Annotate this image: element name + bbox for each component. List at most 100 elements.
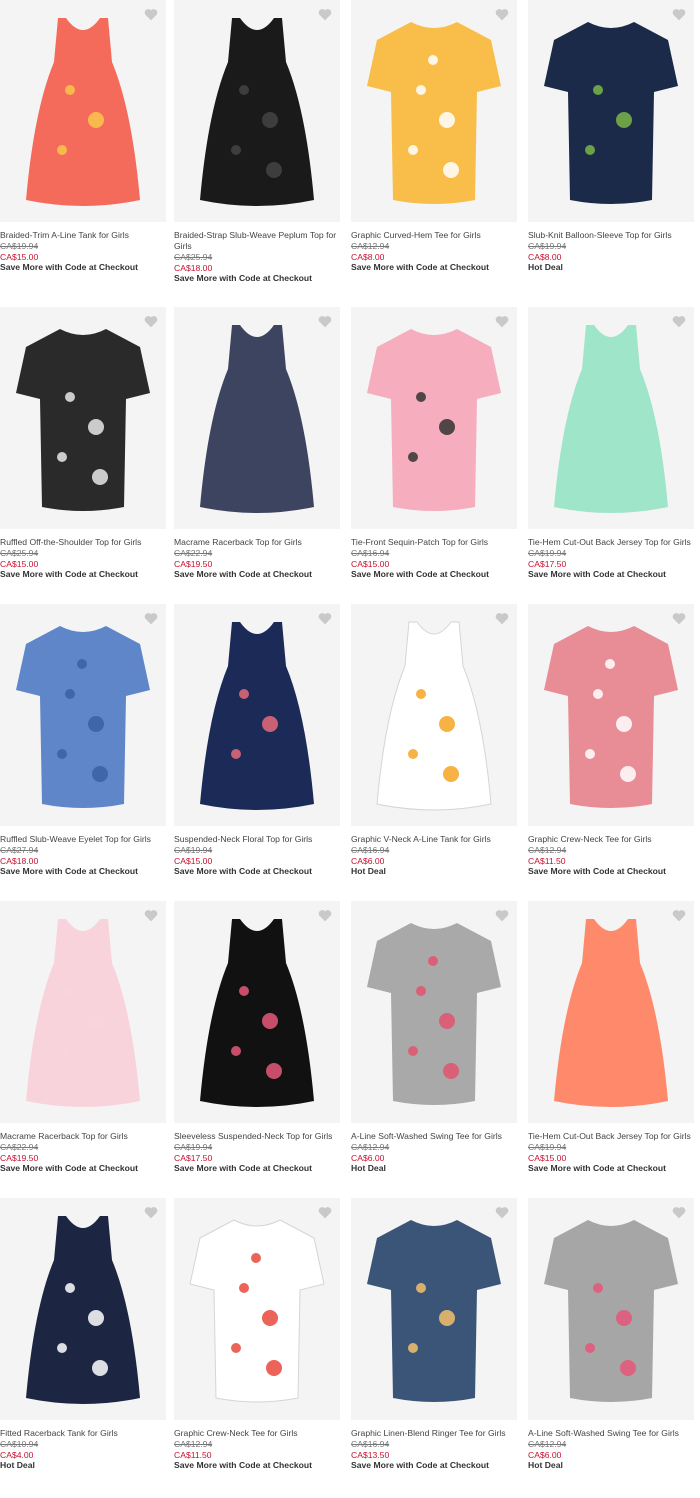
product-name-link[interactable]: Macrame Racerback Top for Girls xyxy=(0,1131,163,1142)
product-image[interactable] xyxy=(0,307,166,529)
product-card[interactable]: Fitted Racerback Tank for Girls CA$10.94 C… xyxy=(0,1198,166,1498)
product-name-link[interactable]: Ruffled Off-the-Shoulder Top for Girls xyxy=(0,537,163,548)
price-block: CA$16.94 CA$6.00 Hot Deal xyxy=(351,845,514,877)
product-name-link[interactable]: Tie-Front Sequin-Patch Top for Girls xyxy=(351,537,514,548)
product-image[interactable] xyxy=(0,901,166,1123)
favorite-heart-icon[interactable] xyxy=(318,909,332,922)
favorite-heart-icon[interactable] xyxy=(672,612,686,625)
sale-price: CA$17.50 xyxy=(174,1152,213,1163)
product-name-link[interactable]: Graphic Crew-Neck Tee for Girls xyxy=(174,1428,337,1439)
product-card[interactable]: Graphic Curved-Hem Tee for Girls CA$12.94… xyxy=(351,0,517,300)
price-block: CA$25.94 CA$15.00 Save More with Code at C… xyxy=(0,548,163,580)
product-name-link[interactable]: Braided-Strap Slub-Weave Peplum Top for … xyxy=(174,230,337,252)
product-name-link[interactable]: Suspended-Neck Floral Top for Girls xyxy=(174,834,337,845)
favorite-heart-icon[interactable] xyxy=(495,8,509,21)
print-motif xyxy=(262,112,278,128)
product-image[interactable] xyxy=(528,0,694,222)
product-name-link[interactable]: Tie-Hem Cut-Out Back Jersey Top for Girl… xyxy=(528,1131,691,1142)
product-image-tank-top xyxy=(26,1216,140,1404)
product-image[interactable] xyxy=(174,604,340,826)
promo-label: Hot Deal xyxy=(528,262,563,272)
product-card[interactable]: Ruffled Slub-Weave Eyelet Top for Girls C… xyxy=(0,604,166,904)
product-card[interactable]: Sleeveless Suspended-Neck Top for Girls C… xyxy=(174,901,340,1201)
product-name-link[interactable]: Graphic Curved-Hem Tee for Girls xyxy=(351,230,514,241)
sale-price: CA$11.50 xyxy=(528,855,566,866)
product-card[interactable]: Macrame Racerback Top for Girls CA$22.94 C… xyxy=(0,901,166,1201)
product-card[interactable]: Slub-Knit Balloon-Sleeve Top for Girls CA… xyxy=(528,0,694,300)
product-name-link[interactable]: Slub-Knit Balloon-Sleeve Top for Girls xyxy=(528,230,691,241)
product-image[interactable] xyxy=(174,901,340,1123)
product-name-link[interactable]: Graphic V-Neck A-Line Tank for Girls xyxy=(351,834,514,845)
favorite-heart-icon[interactable] xyxy=(495,315,509,328)
product-image[interactable] xyxy=(0,0,166,222)
product-image[interactable] xyxy=(528,901,694,1123)
favorite-heart-icon[interactable] xyxy=(672,1206,686,1219)
original-price: CA$22.94 xyxy=(0,1142,39,1152)
product-name-link[interactable]: Graphic Linen-Blend Ringer Tee for Girls xyxy=(351,1428,514,1439)
favorite-heart-icon[interactable] xyxy=(672,315,686,328)
product-name-link[interactable]: A-Line Soft-Washed Swing Tee for Girls xyxy=(528,1428,691,1439)
price-block: CA$27.94 CA$18.00 Save More with Code at C… xyxy=(0,845,163,877)
product-card[interactable]: A-Line Soft-Washed Swing Tee for Girls CA… xyxy=(351,901,517,1201)
product-card[interactable]: Ruffled Off-the-Shoulder Top for Girls CA… xyxy=(0,307,166,607)
favorite-heart-icon[interactable] xyxy=(672,8,686,21)
product-name-link[interactable]: Ruffled Slub-Weave Eyelet Top for Girls xyxy=(0,834,163,845)
product-name-link[interactable]: Sleeveless Suspended-Neck Top for Girls xyxy=(174,1131,337,1142)
print-motif xyxy=(585,452,595,462)
product-image[interactable] xyxy=(351,307,517,529)
favorite-heart-icon[interactable] xyxy=(672,909,686,922)
favorite-heart-icon[interactable] xyxy=(495,909,509,922)
print-motif xyxy=(92,1360,108,1376)
favorite-heart-icon[interactable] xyxy=(144,612,158,625)
product-image[interactable] xyxy=(351,901,517,1123)
print-motif xyxy=(439,716,455,732)
product-card[interactable]: Macrame Racerback Top for Girls CA$22.94 C… xyxy=(174,307,340,607)
product-card[interactable]: Braided-Trim A-Line Tank for Girls CA$19.… xyxy=(0,0,166,300)
product-image[interactable] xyxy=(528,1198,694,1420)
product-card[interactable]: Tie-Front Sequin-Patch Top for Girls CA$1… xyxy=(351,307,517,607)
product-card[interactable]: Graphic Linen-Blend Ringer Tee for Girls… xyxy=(351,1198,517,1498)
product-card[interactable]: Tie-Hem Cut-Out Back Jersey Top for Girl… xyxy=(528,901,694,1201)
product-name-link[interactable]: A-Line Soft-Washed Swing Tee for Girls xyxy=(351,1131,514,1142)
product-name-link[interactable]: Macrame Racerback Top for Girls xyxy=(174,537,337,548)
heart-shape xyxy=(672,1207,686,1219)
product-name-link[interactable]: Braided-Trim A-Line Tank for Girls xyxy=(0,230,163,241)
product-card[interactable]: Tie-Hem Cut-Out Back Jersey Top for Girl… xyxy=(528,307,694,607)
product-image[interactable] xyxy=(528,604,694,826)
product-card[interactable]: Suspended-Neck Floral Top for Girls CA$19… xyxy=(174,604,340,904)
product-image[interactable] xyxy=(351,604,517,826)
product-name-link[interactable]: Tie-Hem Cut-Out Back Jersey Top for Girl… xyxy=(528,537,691,548)
product-card[interactable]: Graphic Crew-Neck Tee for Girls CA$12.94 C… xyxy=(528,604,694,904)
favorite-heart-icon[interactable] xyxy=(495,1206,509,1219)
favorite-heart-icon[interactable] xyxy=(318,612,332,625)
product-name-link[interactable]: Fitted Racerback Tank for Girls xyxy=(0,1428,163,1439)
favorite-heart-icon[interactable] xyxy=(318,1206,332,1219)
product-card[interactable]: Braided-Strap Slub-Weave Peplum Top for … xyxy=(174,0,340,300)
product-image[interactable] xyxy=(174,0,340,222)
favorite-heart-icon[interactable] xyxy=(495,612,509,625)
product-name-link[interactable]: Graphic Crew-Neck Tee for Girls xyxy=(528,834,691,845)
favorite-heart-icon[interactable] xyxy=(144,1206,158,1219)
favorite-heart-icon[interactable] xyxy=(318,8,332,21)
product-image[interactable] xyxy=(0,1198,166,1420)
sale-price: CA$18.00 xyxy=(174,262,213,273)
product-card[interactable]: A-Line Soft-Washed Swing Tee for Girls CA… xyxy=(528,1198,694,1498)
favorite-heart-icon[interactable] xyxy=(318,315,332,328)
sale-price: CA$6.00 xyxy=(351,855,385,866)
product-image[interactable] xyxy=(351,0,517,222)
garment-shape xyxy=(16,329,150,511)
product-image[interactable] xyxy=(174,307,340,529)
favorite-heart-icon[interactable] xyxy=(144,909,158,922)
print-motif xyxy=(57,452,67,462)
garment-shape xyxy=(544,1220,678,1402)
product-image[interactable] xyxy=(351,1198,517,1420)
favorite-heart-icon[interactable] xyxy=(144,315,158,328)
product-image[interactable] xyxy=(174,1198,340,1420)
product-image[interactable] xyxy=(528,307,694,529)
sale-price: CA$11.50 xyxy=(174,1449,212,1460)
product-card[interactable]: Graphic Crew-Neck Tee for Girls CA$12.94 C… xyxy=(174,1198,340,1498)
product-image[interactable] xyxy=(0,604,166,826)
print-motif xyxy=(616,112,632,128)
favorite-heart-icon[interactable] xyxy=(144,8,158,21)
product-card[interactable]: Graphic V-Neck A-Line Tank for Girls CA$1… xyxy=(351,604,517,904)
